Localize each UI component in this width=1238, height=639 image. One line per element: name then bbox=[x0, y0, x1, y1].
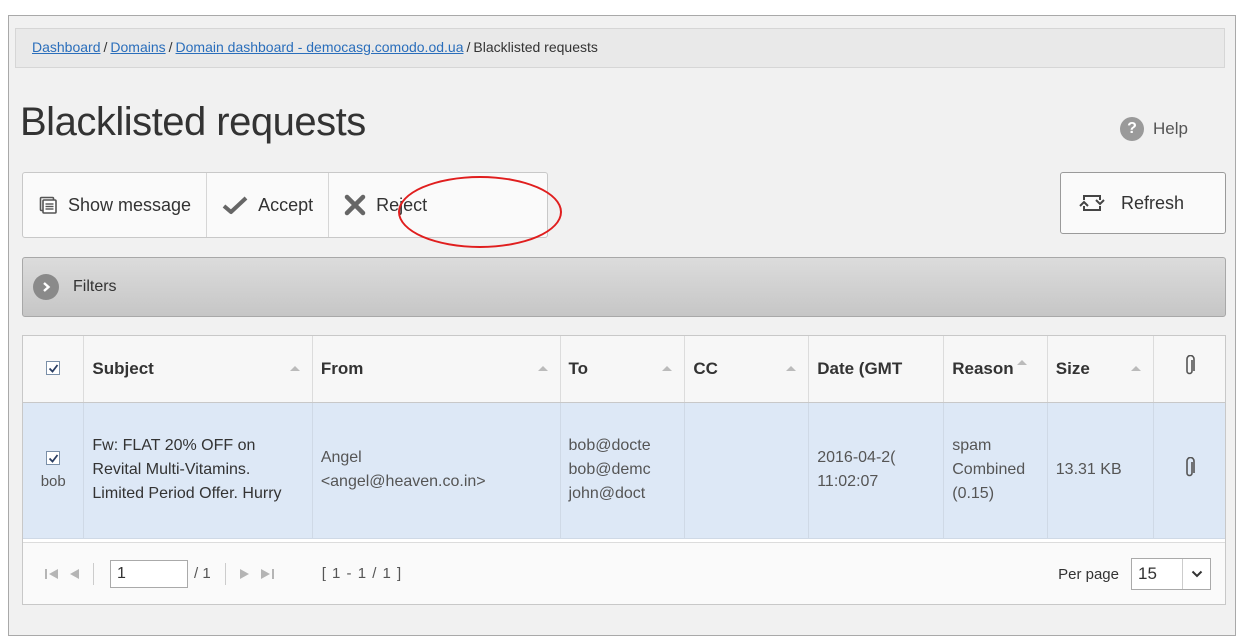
breadcrumb-domains[interactable]: Domains bbox=[110, 39, 165, 55]
breadcrumb-separator: / bbox=[103, 39, 108, 55]
column-label: From bbox=[320, 358, 364, 378]
reject-button[interactable]: Reject bbox=[329, 173, 442, 237]
cell-cc bbox=[684, 402, 810, 539]
cell-size: 13.31 KB bbox=[1047, 402, 1155, 539]
check-icon bbox=[48, 453, 58, 463]
action-toolbar: Show message Accept Reject bbox=[22, 172, 548, 238]
column-label: Subject bbox=[92, 358, 154, 378]
column-header-to[interactable]: To bbox=[560, 336, 686, 403]
per-page-value: 15 bbox=[1138, 564, 1157, 583]
to-address: bob@demc bbox=[568, 461, 651, 478]
to-address: bob@docte bbox=[568, 437, 651, 454]
last-page-icon[interactable] bbox=[256, 563, 278, 585]
chevron-down-icon bbox=[1182, 559, 1210, 589]
pagination-bar: / 1 [ 1 - 1 / 1 ] Per page 15 bbox=[23, 542, 1225, 604]
reason-line: (0.15) bbox=[952, 485, 995, 502]
select-all-checkbox[interactable] bbox=[46, 361, 61, 376]
show-message-label: Show message bbox=[68, 194, 192, 215]
cell-subject: Fw: FLAT 20% OFF on Revital Multi-Vitami… bbox=[83, 402, 313, 539]
pager-divider bbox=[93, 562, 94, 585]
x-icon bbox=[344, 194, 366, 216]
column-label: CC bbox=[693, 358, 718, 378]
column-label: Date (GMT bbox=[817, 358, 903, 378]
requests-grid: Subject From To CC Date (GMT Reason Size… bbox=[22, 335, 1226, 605]
sort-icon bbox=[537, 366, 548, 371]
table-row[interactable]: bob Fw: FLAT 20% OFF on Revital Multi-Vi… bbox=[23, 402, 1225, 539]
reason-line: Combined bbox=[952, 461, 1026, 478]
to-address: john@doct bbox=[568, 485, 646, 502]
breadcrumb-current: Blacklisted requests bbox=[473, 39, 598, 55]
next-page-icon[interactable] bbox=[234, 563, 256, 585]
cell-from: Angel <angel@heaven.co.in> bbox=[312, 402, 561, 539]
per-page-label: Per page bbox=[1058, 565, 1119, 583]
row-select-cell: bob bbox=[23, 402, 85, 539]
column-label: Size bbox=[1055, 358, 1090, 378]
accept-button[interactable]: Accept bbox=[207, 173, 330, 237]
breadcrumb-separator: / bbox=[168, 39, 173, 55]
row-checkbox[interactable] bbox=[46, 451, 61, 465]
column-header-from[interactable]: From bbox=[312, 336, 561, 403]
record-range: [ 1 - 1 / 1 ] bbox=[321, 565, 403, 582]
from-name: Angel bbox=[320, 449, 362, 466]
cell-attachment bbox=[1153, 402, 1225, 539]
paperclip-icon[interactable] bbox=[1184, 456, 1196, 479]
checkmark-icon bbox=[222, 196, 248, 214]
column-header-reason[interactable]: Reason bbox=[943, 336, 1048, 403]
help-link[interactable]: ? Help bbox=[1120, 117, 1188, 141]
reason-line: spam bbox=[952, 437, 992, 454]
column-header-size[interactable]: Size bbox=[1047, 336, 1155, 403]
first-page-icon[interactable] bbox=[41, 563, 63, 585]
breadcrumb-separator: / bbox=[466, 39, 471, 55]
select-all-cell bbox=[23, 336, 85, 403]
filters-label: Filters bbox=[73, 278, 117, 295]
show-message-button[interactable]: Show message bbox=[23, 173, 208, 237]
cell-reason: spam Combined (0.15) bbox=[943, 402, 1048, 539]
column-header-subject[interactable]: Subject bbox=[83, 336, 313, 403]
cell-to: bob@docte bob@demc john@doct bbox=[560, 402, 686, 539]
breadcrumb: Dashboard / Domains / Domain dashboard - dem… bbox=[15, 28, 1225, 68]
total-pages: / 1 bbox=[194, 565, 211, 582]
column-label: Reason bbox=[952, 358, 1014, 378]
previous-page-icon[interactable] bbox=[63, 563, 85, 585]
accept-label: Accept bbox=[258, 194, 314, 215]
size-value: 13.31 KB bbox=[1055, 461, 1122, 478]
sort-icon bbox=[1016, 359, 1027, 365]
refresh-label: Refresh bbox=[1121, 192, 1185, 213]
sort-icon bbox=[786, 366, 797, 371]
message-icon bbox=[39, 196, 57, 214]
per-page-select[interactable]: 15 bbox=[1131, 558, 1211, 590]
chevron-right-icon bbox=[33, 274, 59, 300]
cell-date: 2016-04-2( 11:02:07 bbox=[808, 402, 945, 539]
paperclip-icon bbox=[1185, 354, 1195, 375]
breadcrumb-domain-dashboard[interactable]: Domain dashboard - democasg.comodo.od.ua bbox=[176, 39, 464, 55]
refresh-icon bbox=[1079, 195, 1105, 211]
check-icon bbox=[48, 364, 58, 373]
column-label: To bbox=[568, 358, 589, 378]
breadcrumb-dashboard[interactable]: Dashboard bbox=[32, 39, 101, 55]
filters-panel-toggle[interactable]: Filters bbox=[22, 257, 1226, 317]
refresh-button[interactable]: Refresh bbox=[1060, 172, 1226, 234]
row-user: bob bbox=[40, 472, 66, 490]
date-value: 2016-04-2( bbox=[817, 449, 896, 466]
grid-header-row: Subject From To CC Date (GMT Reason Size bbox=[23, 336, 1225, 403]
pager-divider bbox=[224, 562, 226, 585]
sort-icon bbox=[289, 366, 300, 371]
sort-icon bbox=[1131, 366, 1142, 371]
sort-icon bbox=[662, 366, 673, 371]
column-header-cc[interactable]: CC bbox=[684, 336, 810, 403]
help-icon: ? bbox=[1120, 117, 1144, 141]
page-title: Blacklisted requests bbox=[20, 100, 366, 144]
page-number-input[interactable] bbox=[110, 559, 188, 588]
column-header-date[interactable]: Date (GMT bbox=[808, 336, 945, 403]
from-email: <angel@heaven.co.in> bbox=[320, 473, 486, 490]
reject-label: Reject bbox=[376, 194, 428, 215]
column-header-attachment[interactable] bbox=[1153, 336, 1225, 403]
per-page-control: Per page 15 bbox=[1058, 558, 1211, 590]
time-value: 11:02:07 bbox=[817, 473, 879, 490]
help-label: Help bbox=[1153, 119, 1188, 138]
